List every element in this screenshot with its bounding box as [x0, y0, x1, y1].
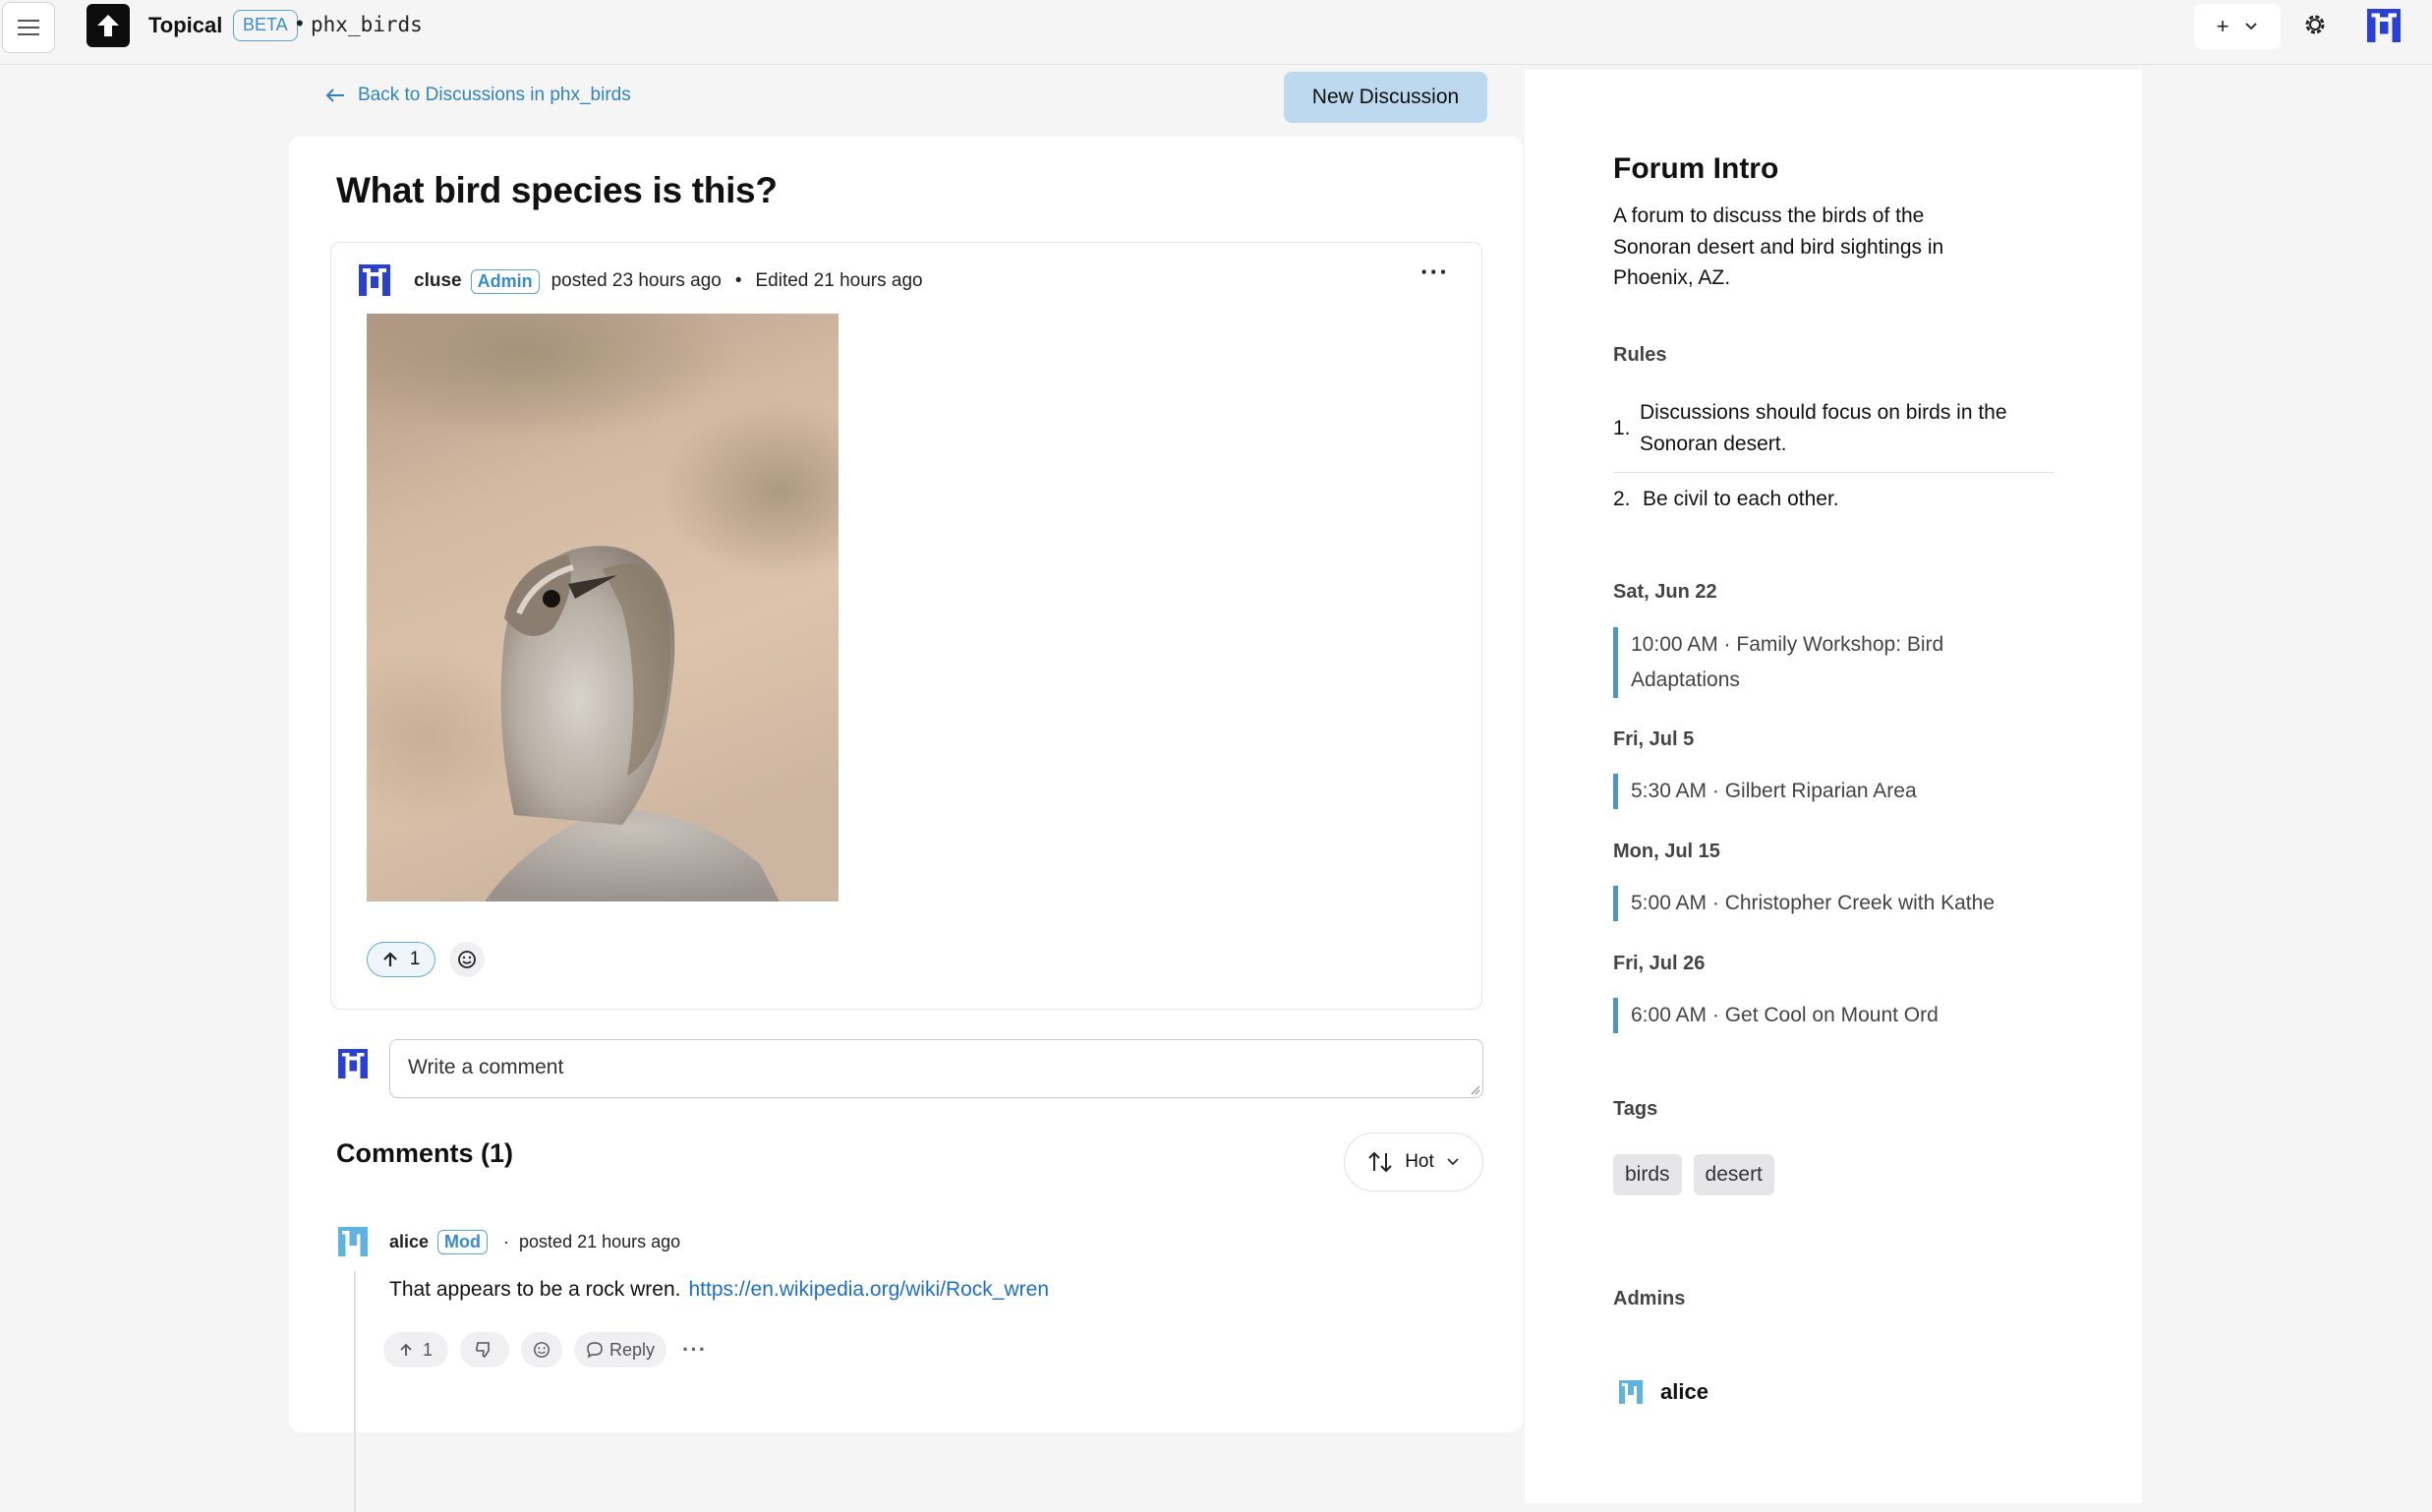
rule-text: Discussions should focus on birds in the… [1640, 401, 2007, 455]
event-day: Fri, Jul 26 [1613, 953, 1706, 974]
commenter-avatar-icon[interactable] [338, 1226, 368, 1257]
tag-chip[interactable]: desert [1693, 1154, 1774, 1195]
user-avatar-icon[interactable] [2367, 8, 2401, 43]
admin-item[interactable]: alice [1619, 1379, 1708, 1405]
meta-separator: • [734, 270, 742, 291]
comment-options-button[interactable]: ··· [682, 1337, 707, 1363]
event-day: Fri, Jul 5 [1613, 728, 1695, 750]
top-bar: Topical BETA • phx_birds + [0, 0, 2432, 65]
chevron-down-icon [1447, 1158, 1459, 1166]
new-discussion-button[interactable]: New Discussion [1284, 72, 1487, 123]
post-upvote-count: 1 [409, 949, 421, 969]
arrow-up-icon [382, 952, 397, 966]
forum-intro-text: A forum to discuss the birds of the Sono… [1613, 204, 1944, 289]
settings-button[interactable] [2300, 12, 2330, 41]
chevron-down-icon [2245, 23, 2258, 30]
post-emoji-button[interactable] [449, 942, 485, 977]
meta-separator: · [503, 1231, 510, 1251]
comment-placeholder: Write a comment [408, 1056, 564, 1078]
comment-body: That appears to be a rock wren. https://e… [389, 1278, 1049, 1302]
event-day: Mon, Jul 15 [1613, 841, 1720, 862]
tag-list: birds desert [1613, 1154, 1774, 1195]
admin-avatar-icon [1619, 1380, 1643, 1404]
breadcrumb-separator: • [296, 11, 304, 35]
admin-badge: Admin [470, 268, 540, 294]
sort-dropdown[interactable]: Hot [1344, 1133, 1483, 1192]
comment-meta: alice Mod · posted 21 hours ago [389, 1225, 680, 1258]
post-upvote-button[interactable]: 1 [367, 942, 435, 977]
rule-item: 2. Be civil to each other. [1613, 484, 2054, 515]
comment-downvote-button[interactable] [460, 1332, 510, 1367]
menu-icon [18, 20, 39, 35]
comment-text: That appears to be a rock wren. [389, 1278, 681, 1301]
arrow-left-icon [325, 88, 344, 102]
back-link-label: Back to Discussions in phx_birds [358, 85, 631, 105]
plus-icon: + [2216, 14, 2229, 38]
forum-intro-title: Forum Intro [1613, 152, 1779, 185]
current-user-avatar-icon [338, 1049, 368, 1078]
upload-arrow-icon [97, 15, 119, 36]
reply-label: Reply [609, 1339, 656, 1360]
rule-number: 2. [1613, 488, 1631, 510]
comment-author[interactable]: alice [389, 1232, 429, 1252]
resize-grip-icon[interactable] [1469, 1083, 1480, 1095]
menu-button[interactable] [2, 2, 55, 53]
rock-wren-image [367, 314, 839, 901]
discussion-title: What bird species is this? [336, 170, 778, 210]
rule-item: 1. Discussions should focus on birds in … [1613, 397, 2054, 459]
event-day: Sat, Jun 22 [1613, 581, 1717, 603]
beta-badge: BETA [233, 10, 298, 41]
gear-icon [2305, 15, 2325, 34]
back-to-discussions-link[interactable]: Back to Discussions in phx_birds [324, 85, 631, 106]
thumbs-down-icon [476, 1342, 490, 1358]
post-author[interactable]: cluse [414, 270, 462, 292]
rule-divider [1613, 472, 2054, 473]
comment-emoji-button[interactable] [521, 1332, 563, 1367]
sort-arrows-icon [1368, 1151, 1392, 1173]
discussion-card: What bird species is this? cluse Admin p… [289, 137, 1523, 1512]
bird-photo[interactable] [367, 314, 839, 901]
comments-heading: Comments (1) [336, 1138, 514, 1168]
author-avatar-icon[interactable] [359, 264, 390, 296]
admins-title: Admins [1613, 1288, 1686, 1309]
rules-title: Rules [1613, 344, 1667, 366]
post-timestamp: posted 23 hours ago [550, 270, 722, 291]
comment-input[interactable]: Write a comment [389, 1039, 1483, 1098]
thread-line[interactable] [354, 1271, 356, 1512]
event-item[interactable]: 5:30 AM · Gilbert Riparian Area [1613, 774, 2006, 809]
comment-link[interactable]: https://en.wikipedia.org/wiki/Rock_wren [689, 1278, 1050, 1301]
rule-number: 1. [1613, 417, 1631, 439]
sort-label: Hot [1405, 1151, 1434, 1172]
event-item[interactable]: 6:00 AM · Get Cool on Mount Ord [1613, 998, 2006, 1033]
reply-button[interactable]: Reply [574, 1332, 667, 1367]
post-meta: cluse Admin posted 23 hours ago • Edited… [414, 264, 923, 298]
create-menu-button[interactable]: + [2194, 4, 2281, 49]
comment-actions: 1 Reply ··· [383, 1332, 707, 1367]
speech-bubble-icon [587, 1342, 603, 1359]
original-post: cluse Admin posted 23 hours ago • Edited… [330, 242, 1482, 1010]
topical-logo[interactable] [87, 4, 130, 47]
brand-name[interactable]: Topical [148, 13, 222, 38]
forum-name[interactable]: phx_birds [311, 13, 423, 36]
edited-timestamp: Edited 21 hours ago [755, 270, 923, 291]
smiley-icon [534, 1342, 550, 1358]
smiley-icon [458, 951, 476, 968]
rule-text: Be civil to each other. [1643, 488, 1839, 510]
admin-name: alice [1660, 1379, 1708, 1404]
event-item[interactable]: 10:00 AM · Family Workshop: Bird Adaptat… [1613, 627, 2006, 698]
event-item[interactable]: 5:00 AM · Christopher Creek with Kathe [1613, 886, 2006, 921]
comment-upvote-button[interactable]: 1 [383, 1332, 449, 1367]
tags-title: Tags [1613, 1098, 1658, 1120]
arrow-up-icon [400, 1343, 412, 1356]
comment-upvote-count: 1 [423, 1339, 434, 1360]
comment-timestamp: posted 21 hours ago [519, 1231, 681, 1251]
mod-badge: Mod [437, 1229, 489, 1254]
tag-chip[interactable]: birds [1613, 1154, 1682, 1195]
forum-sidebar: Forum Intro A forum to discuss the birds… [1525, 70, 2142, 1503]
post-options-button[interactable]: ··· [1420, 257, 1449, 287]
